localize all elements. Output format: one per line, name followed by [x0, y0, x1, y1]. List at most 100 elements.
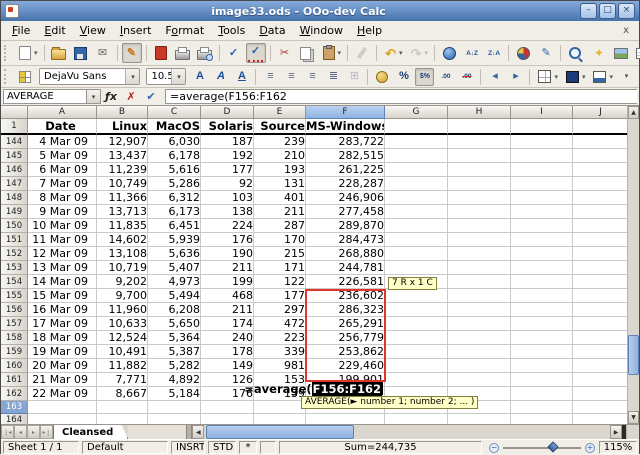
- cell-G161[interactable]: [385, 373, 448, 387]
- cell-B164[interactable]: [97, 414, 148, 424]
- menu-format[interactable]: Format: [158, 22, 211, 39]
- cell-A153[interactable]: 13 Mar 09: [28, 261, 97, 275]
- menu-edit[interactable]: Edit: [37, 22, 72, 39]
- cell-H150[interactable]: [448, 219, 511, 233]
- row-header-150[interactable]: 150: [1, 219, 28, 233]
- cell-I158[interactable]: [511, 331, 573, 345]
- cell-A151[interactable]: 11 Mar 09: [28, 233, 97, 247]
- find-replace-button[interactable]: [565, 43, 587, 63]
- document-close-button[interactable]: x: [617, 25, 635, 36]
- cell-D146[interactable]: 177: [201, 163, 254, 177]
- cell-C155[interactable]: 5,494: [148, 289, 201, 303]
- cell-I147[interactable]: [511, 177, 573, 191]
- undo-dropdown[interactable]: ▾: [399, 49, 403, 57]
- cell-J149[interactable]: [573, 205, 627, 219]
- vertical-scrollbar[interactable]: ▲ ▼: [627, 106, 639, 424]
- cell-B163[interactable]: [97, 401, 148, 414]
- cell-D158[interactable]: 240: [201, 331, 254, 345]
- cell-D163[interactable]: [201, 401, 254, 414]
- row-header-145[interactable]: 145: [1, 149, 28, 163]
- increase-indent-button[interactable]: ▸: [506, 68, 525, 86]
- cell-G164[interactable]: [385, 414, 448, 424]
- cell-C147[interactable]: 5,286: [148, 177, 201, 191]
- cell-H145[interactable]: [448, 149, 511, 163]
- horizontal-scroll-thumb[interactable]: [206, 425, 354, 439]
- cell-A156[interactable]: 16 Mar 09: [28, 303, 97, 317]
- toolbar-grip[interactable]: [4, 69, 11, 84]
- row-header-160[interactable]: 160: [1, 359, 28, 373]
- cell-A158[interactable]: 18 Mar 09: [28, 331, 97, 345]
- add-decimal-button[interactable]: .00: [436, 68, 455, 86]
- cell-G144[interactable]: [385, 135, 448, 149]
- cell-D160[interactable]: 149: [201, 359, 254, 373]
- cell-D157[interactable]: 174: [201, 317, 254, 331]
- cell-B151[interactable]: 14,602: [97, 233, 148, 247]
- styles-button[interactable]: [15, 68, 35, 86]
- decrease-indent-button[interactable]: ◂: [485, 68, 504, 86]
- cell-B158[interactable]: 12,524: [97, 331, 148, 345]
- toolbar-overflow-button[interactable]: ▾: [617, 68, 636, 86]
- maximize-button[interactable]: □: [599, 3, 616, 19]
- cell-J148[interactable]: [573, 191, 627, 205]
- cell-J161[interactable]: [573, 373, 627, 387]
- cell-A144[interactable]: 4 Mar 09: [28, 135, 97, 149]
- new-document-dropdown[interactable]: ▾: [34, 49, 38, 57]
- row-header-146[interactable]: 146: [1, 163, 28, 177]
- undo-button[interactable]: ↶▾: [381, 43, 405, 63]
- cell-G1[interactable]: [385, 119, 448, 135]
- page-preview-button[interactable]: [195, 43, 215, 63]
- zoom-in-button[interactable]: +: [585, 443, 595, 453]
- insert-chart-button[interactable]: [513, 43, 534, 63]
- cell-C148[interactable]: 6,312: [148, 191, 201, 205]
- cell-D155[interactable]: 468: [201, 289, 254, 303]
- edit-mode-button[interactable]: ✎: [122, 43, 142, 63]
- align-justified-button[interactable]: ≣: [323, 68, 342, 86]
- menu-tools[interactable]: Tools: [211, 22, 252, 39]
- cell-G152[interactable]: [385, 247, 448, 261]
- cell-D144[interactable]: 187: [201, 135, 254, 149]
- cell-I160[interactable]: [511, 359, 573, 373]
- accept-button[interactable]: ✔: [142, 89, 160, 105]
- cell-F152[interactable]: 268,880: [306, 247, 385, 261]
- cell-I161[interactable]: [511, 373, 573, 387]
- formula-input[interactable]: =average(F156:F162: [165, 89, 637, 104]
- cell-H154[interactable]: [448, 275, 511, 289]
- cell-C146[interactable]: 5,616: [148, 163, 201, 177]
- cell-F151[interactable]: 284,473: [306, 233, 385, 247]
- column-header-B[interactable]: B: [97, 106, 148, 119]
- minimize-button[interactable]: –: [580, 3, 597, 19]
- cell-C158[interactable]: 5,364: [148, 331, 201, 345]
- scroll-right-button[interactable]: ▶: [610, 425, 622, 439]
- cell-C157[interactable]: 5,650: [148, 317, 201, 331]
- cell-D148[interactable]: 103: [201, 191, 254, 205]
- cell-J154[interactable]: [573, 275, 627, 289]
- cell-G153[interactable]: [385, 261, 448, 275]
- cell-A149[interactable]: 9 Mar 09: [28, 205, 97, 219]
- cell-D145[interactable]: 192: [201, 149, 254, 163]
- zoom-slider[interactable]: [503, 447, 581, 449]
- cell-D151[interactable]: 176: [201, 233, 254, 247]
- cell-D164[interactable]: [201, 414, 254, 424]
- cell-E159[interactable]: 339: [254, 345, 306, 359]
- cell-D147[interactable]: 92: [201, 177, 254, 191]
- cell-E146[interactable]: 193: [254, 163, 306, 177]
- borders-button[interactable]: ▾: [534, 68, 560, 86]
- cell-J156[interactable]: [573, 303, 627, 317]
- vertical-scroll-track[interactable]: [628, 119, 639, 411]
- cell-J151[interactable]: [573, 233, 627, 247]
- cell-F156[interactable]: 286,323: [306, 303, 385, 317]
- cell-E148[interactable]: 401: [254, 191, 306, 205]
- column-header-G[interactable]: G: [385, 106, 448, 119]
- cell-F1[interactable]: MS-Windows: [306, 119, 385, 135]
- cell-H1[interactable]: [448, 119, 511, 135]
- menu-help[interactable]: Help: [350, 22, 389, 39]
- cell-B153[interactable]: 10,719: [97, 261, 148, 275]
- cut-button[interactable]: ✂: [275, 43, 295, 63]
- cell-J144[interactable]: [573, 135, 627, 149]
- row-header-153[interactable]: 153: [1, 261, 28, 275]
- cell-F145[interactable]: 282,515: [306, 149, 385, 163]
- cell-A159[interactable]: 19 Mar 09: [28, 345, 97, 359]
- scroll-left-button[interactable]: ◀: [192, 425, 204, 439]
- copy-button[interactable]: [297, 43, 317, 63]
- cell-F149[interactable]: 277,458: [306, 205, 385, 219]
